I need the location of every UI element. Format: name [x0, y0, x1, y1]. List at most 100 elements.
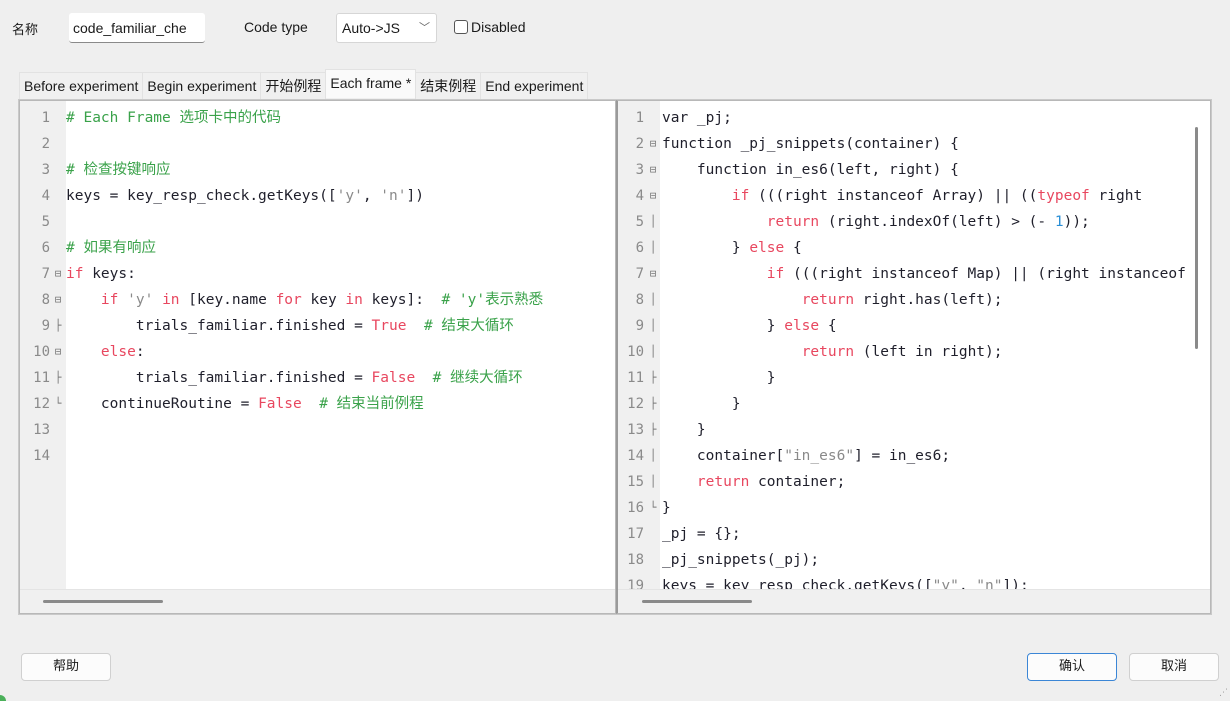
code-line[interactable]: 13 — [20, 417, 615, 443]
fold-toggle-icon[interactable]: ⊟ — [647, 157, 659, 183]
fold-toggle-icon[interactable]: ⊟ — [52, 261, 64, 287]
code-line[interactable]: 4 ⊟ if (((right instanceof Array) || ((ty… — [618, 183, 1210, 209]
code-line[interactable]: 9 │ } else { — [618, 313, 1210, 339]
code-token: # 如果有响应 — [66, 240, 156, 256]
code-text: continueRoutine = False # 结束当前例程 — [66, 391, 424, 417]
code-line[interactable]: 8 │ return right.has(left); — [618, 287, 1210, 313]
name-field[interactable]: code_familiar_che — [69, 13, 205, 43]
tab-each-frame[interactable]: Each frame * — [325, 69, 417, 98]
code-token: (left in right); — [854, 344, 1003, 360]
disabled-checkbox[interactable] — [454, 20, 468, 34]
code-line[interactable]: 9 ├ trials_familiar.finished = True # 结束大… — [20, 313, 615, 339]
code-line[interactable]: 10 ⊟ else: — [20, 339, 615, 365]
code-text: } — [662, 365, 776, 391]
tab-begin-routine[interactable]: 开始例程 — [260, 72, 327, 99]
code-line[interactable]: 17 _pj = {}; — [618, 521, 1210, 547]
vertical-scrollbar[interactable] — [1195, 127, 1198, 349]
fold-toggle-icon[interactable]: ⊟ — [52, 339, 64, 365]
tab-before-experiment[interactable]: Before experiment — [19, 72, 144, 99]
ok-button[interactable]: 确认 — [1027, 653, 1117, 681]
code-line[interactable]: 6 │ } else { — [618, 235, 1210, 261]
code-token: var _pj; — [662, 110, 732, 126]
code-text: if (((right instanceof Array) || ((typeo… — [662, 183, 1142, 209]
code-line[interactable]: 6 # 如果有响应 — [20, 235, 615, 261]
code-token: right — [1089, 188, 1143, 204]
disabled-label[interactable]: Disabled — [471, 19, 525, 35]
code-token: [key.name — [179, 292, 276, 308]
fold-toggle-icon[interactable]: ⊟ — [647, 131, 659, 157]
code-line[interactable]: 16 └} — [618, 495, 1210, 521]
code-token: # 继续大循环 — [432, 370, 523, 386]
code-token: _pj_snippets(_pj); — [662, 552, 820, 568]
tab-begin-experiment[interactable]: Begin experiment — [142, 72, 262, 99]
code-token: in — [162, 292, 180, 308]
resize-grip-icon[interactable]: ⋰ — [1219, 688, 1228, 698]
cancel-button[interactable]: 取消 — [1129, 653, 1219, 681]
code-line[interactable]: 7 ⊟ if keys: — [20, 261, 615, 287]
code-line[interactable]: 1 var _pj; — [618, 105, 1210, 131]
tab-end-routine[interactable]: 结束例程 — [415, 72, 482, 99]
tab-end-experiment[interactable]: End experiment — [480, 72, 589, 99]
line-number: 14 — [33, 448, 50, 464]
code-line[interactable]: 18 _pj_snippets(_pj); — [618, 547, 1210, 573]
code-line[interactable]: 13 ├ } — [618, 417, 1210, 443]
fold-toggle-icon[interactable]: ⊟ — [52, 287, 64, 313]
code-line[interactable]: 14 │ container["in_es6"] = in_es6; — [618, 443, 1210, 469]
fold-toggle-icon[interactable]: ⊟ — [647, 183, 659, 209]
python-editor[interactable]: 1 # Each Frame 选项卡中的代码 2 3 # 检查按键响应 4 keys = k… — [19, 100, 616, 614]
code-token: # 结束当前例程 — [319, 396, 424, 412]
line-number: 11 — [627, 370, 644, 386]
code-line[interactable]: 2 — [20, 131, 615, 157]
fold-guide-icon: │ — [649, 449, 657, 462]
scrollbar-thumb[interactable] — [642, 600, 752, 603]
fold-guide-icon: │ — [649, 293, 657, 306]
code-token: 'n' — [380, 188, 407, 204]
code-line[interactable]: 12 ├ } — [618, 391, 1210, 417]
code-token: if — [731, 188, 750, 204]
code-line[interactable]: 10 │ return (left in right); — [618, 339, 1210, 365]
code-line[interactable]: 14 — [20, 443, 615, 469]
js-code[interactable]: 1 var _pj; 2 ⊟ function _pj_snippets(contain… — [618, 105, 1210, 599]
code-line[interactable]: 3 ⊟ function in_es6(left, right) { — [618, 157, 1210, 183]
code-line[interactable]: 1 # Each Frame 选项卡中的代码 — [20, 105, 615, 131]
code-token: for — [275, 292, 302, 308]
fold-toggle-icon[interactable]: ⊟ — [647, 261, 659, 287]
horizontal-scrollbar[interactable] — [618, 589, 1210, 613]
code-text: var _pj; — [662, 105, 732, 131]
code-line[interactable]: 7 ⊟ if (((right instanceof Map) || (right… — [618, 261, 1210, 287]
line-number: 13 — [627, 422, 644, 438]
code-line[interactable]: 5 │ return (right.indexOf(left) > (- 1)); — [618, 209, 1210, 235]
line-number: 5 — [635, 214, 644, 230]
line-number: 4 — [41, 188, 50, 204]
code-text: } — [662, 417, 706, 443]
code-line[interactable]: 11 ├ } — [618, 365, 1210, 391]
scrollbar-thumb[interactable] — [43, 600, 163, 603]
code-type-select[interactable]: Auto->JS ﹀ — [336, 13, 437, 43]
code-token: } — [662, 422, 706, 438]
code-line[interactable]: 12 └ continueRoutine = False # 结束当前例程 — [20, 391, 615, 417]
code-token: False — [371, 370, 416, 386]
code-line[interactable]: 11 ├ trials_familiar.finished = False # 继… — [20, 365, 615, 391]
code-line[interactable]: 15 │ return container; — [618, 469, 1210, 495]
code-panel: 1 # Each Frame 选项卡中的代码 2 3 # 检查按键响应 4 keys = k… — [18, 99, 1212, 615]
code-token: key — [301, 292, 346, 308]
code-type-label: Code type — [244, 19, 308, 35]
code-line[interactable]: 8 ⊟ if 'y' in [key.name for key in keys]:… — [20, 287, 615, 313]
line-number: 12 — [33, 396, 50, 412]
code-text: return (left in right); — [662, 339, 1003, 365]
js-editor[interactable]: 1 var _pj; 2 ⊟ function _pj_snippets(contain… — [616, 100, 1211, 614]
code-token: function in_es6(left, right) { — [662, 162, 959, 178]
help-button[interactable]: 帮助 — [21, 653, 111, 681]
line-number: 15 — [627, 474, 644, 490]
code-line[interactable]: 3 # 检查按键响应 — [20, 157, 615, 183]
code-line[interactable]: 4 keys = key_resp_check.getKeys(['y', 'n'… — [20, 183, 615, 209]
horizontal-scrollbar[interactable] — [20, 589, 615, 613]
code-line[interactable]: 5 — [20, 209, 615, 235]
code-token: 'y' — [127, 292, 154, 308]
code-line[interactable]: 2 ⊟ function _pj_snippets(container) { — [618, 131, 1210, 157]
python-code[interactable]: 1 # Each Frame 选项卡中的代码 2 3 # 检查按键响应 4 keys = k… — [20, 105, 615, 469]
